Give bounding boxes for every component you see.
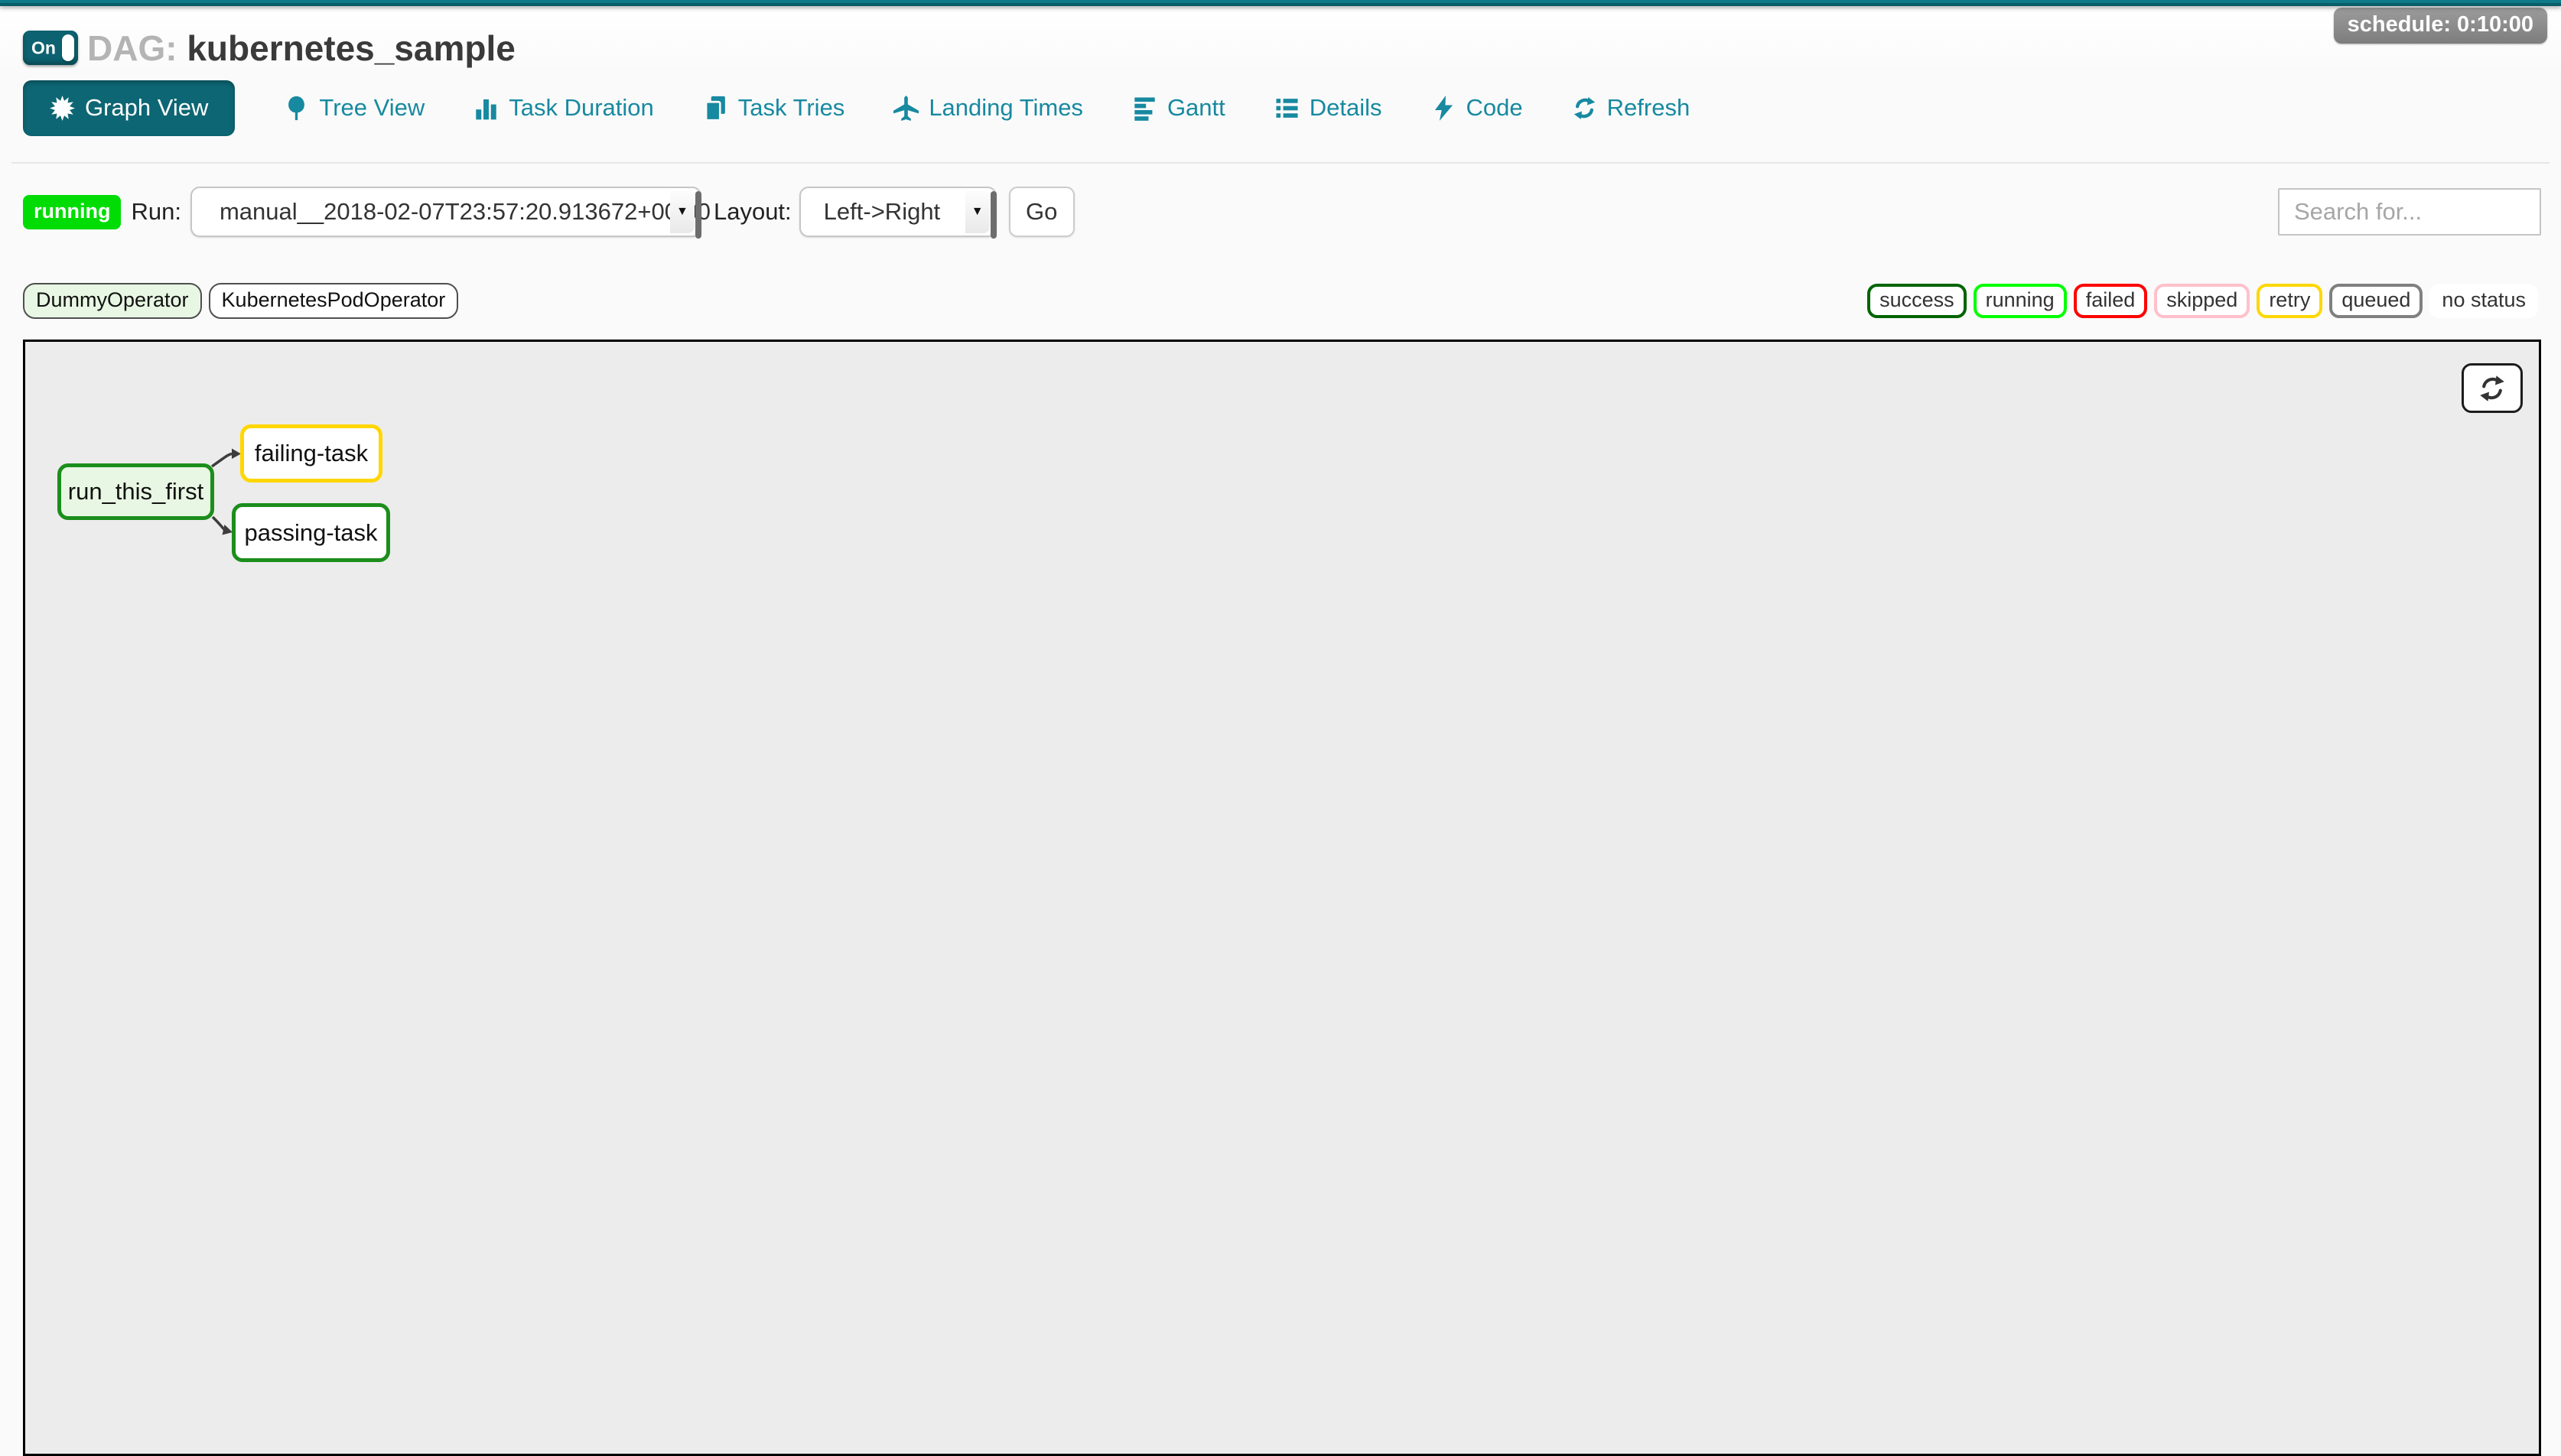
tab-code[interactable]: Code <box>1431 94 1523 122</box>
search-input[interactable] <box>2278 188 2541 236</box>
tab-label: Gantt <box>1167 94 1225 122</box>
chevron-down-icon[interactable]: ▼ <box>670 190 695 233</box>
status-legend-failed: failed <box>2074 284 2148 318</box>
tab-label: Tree View <box>319 94 425 122</box>
toggle-on-label: On <box>31 37 56 58</box>
run-controls-row: running Run: manual__2018-02-07T23:57:20… <box>23 185 2541 239</box>
tab-refresh[interactable]: Refresh <box>1572 94 1691 122</box>
view-tabs: Graph View Tree View Task Duration Task … <box>23 77 1690 138</box>
run-label: Run: <box>131 198 181 226</box>
align-left-icon <box>1132 96 1157 121</box>
tab-label: Landing Times <box>929 94 1083 122</box>
tab-label: Code <box>1466 94 1523 122</box>
refresh-icon <box>2478 374 2507 403</box>
bar-chart-icon <box>473 96 499 121</box>
status-legend-running: running <box>1974 284 2067 318</box>
edge-run-to-passing <box>213 517 225 531</box>
run-select[interactable]: manual__2018-02-07T23:57:20.913672+00:00… <box>190 187 701 237</box>
tab-label: Details <box>1310 94 1382 122</box>
tab-label: Task Duration <box>509 94 654 122</box>
graph-node-run_this_first[interactable]: run_this_first <box>57 463 214 520</box>
refresh-icon <box>1572 96 1597 121</box>
bolt-icon <box>1431 96 1456 121</box>
plane-icon <box>893 96 919 121</box>
chevron-down-icon[interactable]: ▼ <box>965 190 990 233</box>
operator-legend-kubernetespodoperator: KubernetesPodOperator <box>209 283 459 319</box>
tab-gantt[interactable]: Gantt <box>1132 94 1225 122</box>
tab-landing-times[interactable]: Landing Times <box>893 94 1083 122</box>
toggle-knob[interactable] <box>62 34 74 61</box>
status-legend-queued: queued <box>2329 284 2423 318</box>
sunburst-icon <box>50 96 75 121</box>
tab-label: Refresh <box>1607 94 1691 122</box>
tab-tree-view[interactable]: Tree View <box>284 94 425 122</box>
status-legend-success: success <box>1867 284 1967 318</box>
tab-label: Graph View <box>85 94 208 122</box>
header-divider <box>11 162 2550 164</box>
dag-on-off-toggle[interactable]: On <box>23 31 78 65</box>
status-legend: success running failed skipped retry que… <box>1867 284 2538 318</box>
tab-task-tries[interactable]: Task Tries <box>703 94 845 122</box>
page-title: DAG: kubernetes_sample <box>87 28 516 69</box>
tab-task-duration[interactable]: Task Duration <box>473 94 654 122</box>
copy-icon <box>703 96 728 121</box>
go-button[interactable]: Go <box>1009 187 1075 237</box>
dag-prefix-label: DAG: <box>87 28 177 68</box>
operator-legend-dummyoperator: DummyOperator <box>23 283 202 319</box>
airflow-graph-view-page: { "colors": { "teal_bar": "#0e7a88", "te… <box>0 0 2561 1421</box>
list-icon <box>1274 96 1300 121</box>
arrowhead <box>223 525 233 535</box>
dag-name: kubernetes_sample <box>187 28 516 68</box>
schedule-badge: schedule: 0:10:00 <box>2334 8 2547 44</box>
tab-label: Task Tries <box>738 94 845 122</box>
graph-node-passing-task[interactable]: passing-task <box>232 503 390 562</box>
run-select-value: manual__2018-02-07T23:57:20.913672+00:00 <box>220 198 711 226</box>
tab-graph-view[interactable]: Graph View <box>23 80 235 136</box>
layout-select[interactable]: Left->Right ▼ <box>799 187 997 237</box>
graph-canvas[interactable]: run_this_first failing-task passing-task <box>23 340 2541 1456</box>
navbar-bottom-strip <box>0 0 2561 6</box>
dag-run-state-badge: running <box>23 195 121 229</box>
layout-select-value: Left->Right <box>824 198 941 226</box>
tab-details[interactable]: Details <box>1274 94 1382 122</box>
graph-refresh-button[interactable] <box>2462 363 2523 413</box>
graph-node-failing-task[interactable]: failing-task <box>240 424 382 483</box>
status-legend-no-status: no status <box>2429 284 2538 318</box>
layout-label: Layout: <box>714 198 792 226</box>
edge-run-to-failing <box>212 454 232 467</box>
legend-row: DummyOperator KubernetesPodOperator succ… <box>23 283 2538 319</box>
status-legend-retry: retry <box>2257 284 2322 318</box>
status-legend-skipped: skipped <box>2154 284 2250 318</box>
tree-icon <box>284 96 309 121</box>
